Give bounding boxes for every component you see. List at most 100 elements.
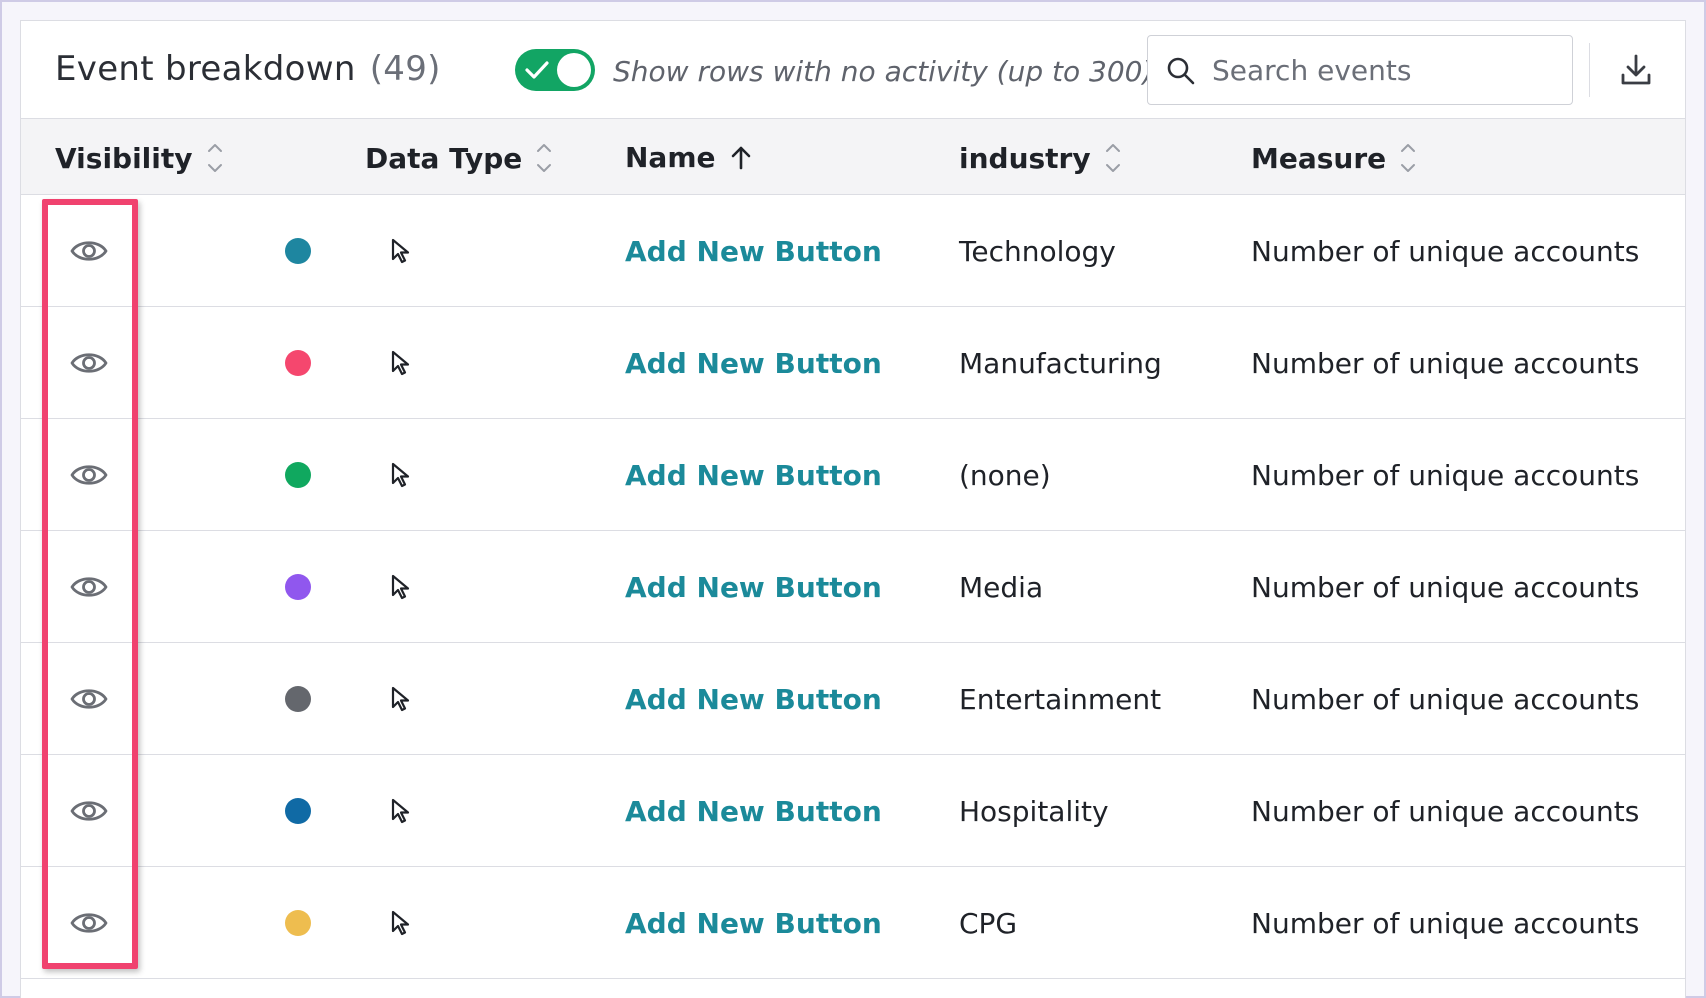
sort-icon <box>207 144 222 172</box>
data-type-cell <box>389 755 413 867</box>
header-divider <box>1589 43 1590 97</box>
download-icon <box>1621 54 1651 85</box>
data-type-cell <box>389 867 413 979</box>
toggle-label: Show rows with no activity (up to 300) <box>613 55 1154 88</box>
eye-icon <box>70 801 108 821</box>
industry-value: CPG <box>959 906 1018 940</box>
title-text: Event breakdown <box>55 49 356 89</box>
industry-value: (none) <box>959 458 1051 492</box>
series-color-cell <box>285 643 311 755</box>
industry-value: Entertainment <box>959 682 1162 716</box>
search-box[interactable] <box>1147 35 1573 105</box>
event-breakdown-card: Event breakdown (49) Show rows with no ac… <box>20 20 1686 998</box>
column-label-measure: Measure <box>1251 141 1387 175</box>
measure-value: Number of unique accounts <box>1251 794 1640 828</box>
eye-icon <box>70 465 108 485</box>
event-name-link[interactable]: Add New Button <box>625 867 882 979</box>
cursor-click-icon <box>391 462 410 488</box>
cursor-click-icon <box>391 238 410 264</box>
cursor-click-icon <box>391 798 410 824</box>
series-color-dot <box>285 462 311 488</box>
table-row: Add New Button (none) Number of unique a… <box>21 419 1685 531</box>
data-type-cell <box>389 419 413 531</box>
visibility-toggle[interactable] <box>69 419 109 531</box>
eye-icon <box>70 241 108 261</box>
data-type-cell <box>389 307 413 419</box>
measure-value: Number of unique accounts <box>1251 570 1640 604</box>
table-body: Add New Button Technology Number of uniq… <box>21 195 1685 979</box>
eye-icon <box>70 577 108 597</box>
measure-value: Number of unique accounts <box>1251 346 1640 380</box>
industry-value: Technology <box>959 234 1116 268</box>
series-color-cell <box>285 195 311 307</box>
measure-value: Number of unique accounts <box>1251 458 1640 492</box>
eye-icon <box>70 913 108 933</box>
table-row: Add New Button Manufacturing Number of u… <box>21 307 1685 419</box>
column-label-visibility: Visibility <box>55 141 193 175</box>
series-color-dot <box>285 238 311 264</box>
sort-icon <box>1105 144 1120 172</box>
toggle-knob <box>557 53 591 87</box>
search-icon <box>1167 57 1195 85</box>
measure-value: Number of unique accounts <box>1251 906 1640 940</box>
event-name-link[interactable]: Add New Button <box>625 419 882 531</box>
no-activity-toggle[interactable] <box>515 49 595 91</box>
eye-icon <box>70 689 108 709</box>
event-name-link[interactable]: Add New Button <box>625 755 882 867</box>
search-input[interactable] <box>1212 48 1552 92</box>
card-header: Event breakdown (49) Show rows with no ac… <box>21 21 1685 119</box>
event-name-link[interactable]: Add New Button <box>625 195 882 307</box>
sort-icon <box>1401 144 1416 172</box>
visibility-toggle[interactable] <box>69 195 109 307</box>
table-row: Add New Button Hospitality Number of uni… <box>21 755 1685 867</box>
column-header-visibility[interactable]: Visibility <box>55 141 223 175</box>
visibility-toggle[interactable] <box>69 643 109 755</box>
event-name-link[interactable]: Add New Button <box>625 531 882 643</box>
series-color-cell <box>285 307 311 419</box>
cursor-click-icon <box>391 350 410 376</box>
cursor-click-icon <box>391 910 410 936</box>
cursor-click-icon <box>391 686 410 712</box>
column-header-name[interactable]: Name <box>625 141 752 174</box>
event-count: (49) <box>369 49 441 89</box>
screenshot-frame: Event breakdown (49) Show rows with no ac… <box>0 0 1706 998</box>
measure-value: Number of unique accounts <box>1251 682 1640 716</box>
visibility-toggle[interactable] <box>69 867 109 979</box>
data-type-cell <box>389 195 413 307</box>
event-name-link[interactable]: Add New Button <box>625 643 882 755</box>
column-header-industry[interactable]: industry <box>959 141 1121 175</box>
series-color-cell <box>285 531 311 643</box>
column-label-name: Name <box>625 141 716 174</box>
table-row: Add New Button Technology Number of uniq… <box>21 195 1685 307</box>
table-row: Add New Button Entertainment Number of u… <box>21 643 1685 755</box>
column-header-measure[interactable]: Measure <box>1251 141 1416 175</box>
table-row: Add New Button Media Number of unique ac… <box>21 531 1685 643</box>
column-label-data-type: Data Type <box>365 141 523 175</box>
sort-icon <box>537 144 552 172</box>
series-color-dot <box>285 350 311 376</box>
visibility-toggle[interactable] <box>69 755 109 867</box>
check-icon <box>525 61 549 79</box>
download-button[interactable] <box>1617 51 1655 89</box>
eye-icon <box>70 353 108 373</box>
series-color-dot <box>285 910 311 936</box>
series-color-cell <box>285 755 311 867</box>
series-color-dot <box>285 574 311 600</box>
measure-value: Number of unique accounts <box>1251 234 1640 268</box>
series-color-cell <box>285 419 311 531</box>
data-type-cell <box>389 643 413 755</box>
column-header-data-type[interactable]: Data Type <box>365 141 552 175</box>
industry-value: Media <box>959 570 1044 604</box>
visibility-toggle[interactable] <box>69 307 109 419</box>
series-color-cell <box>285 867 311 979</box>
table-row: Add New Button CPG Number of unique acco… <box>21 867 1685 979</box>
series-color-dot <box>285 686 311 712</box>
page-title: Event breakdown (49) <box>55 49 441 89</box>
industry-value: Manufacturing <box>959 346 1162 380</box>
industry-value: Hospitality <box>959 794 1109 828</box>
event-name-link[interactable]: Add New Button <box>625 307 882 419</box>
visibility-toggle[interactable] <box>69 531 109 643</box>
arrow-up-icon <box>731 146 750 169</box>
data-type-cell <box>389 531 413 643</box>
series-color-dot <box>285 798 311 824</box>
